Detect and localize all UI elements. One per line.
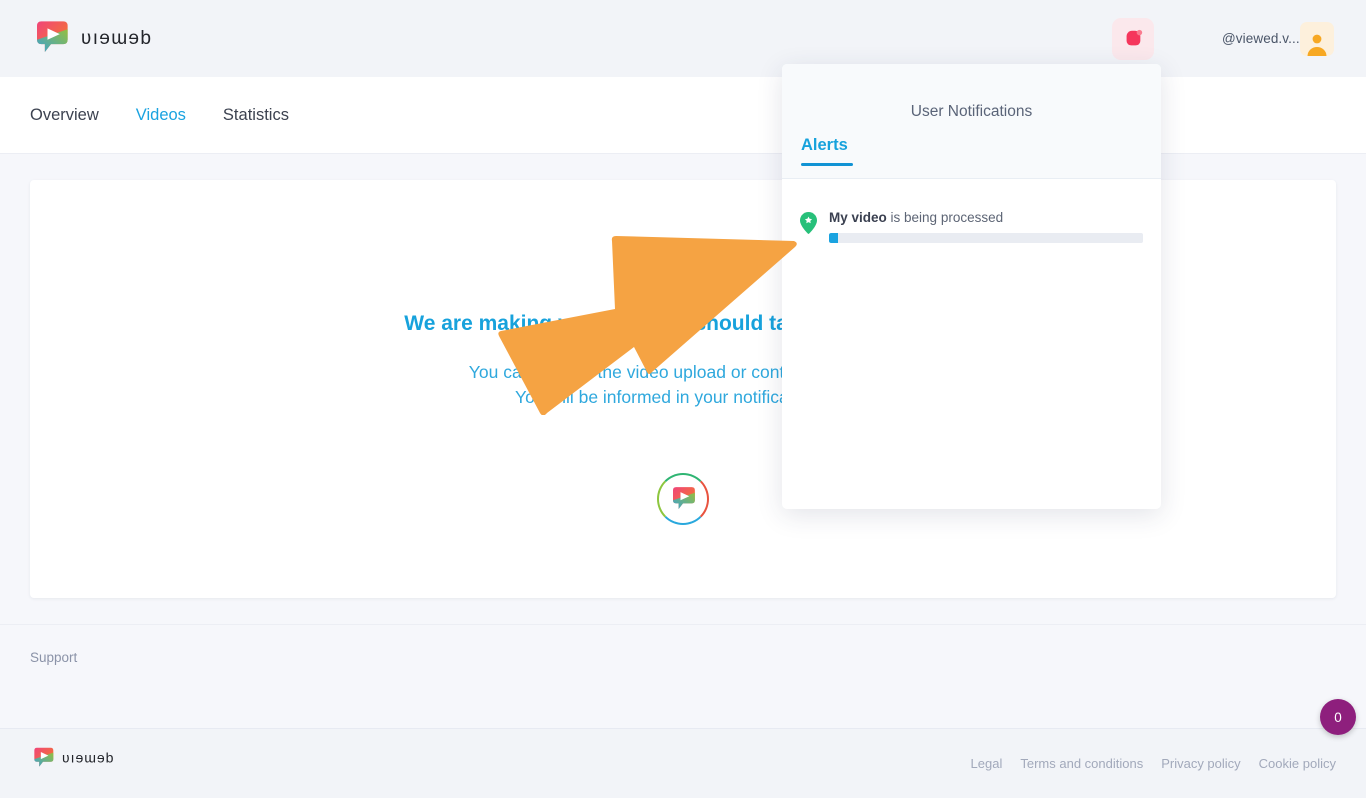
footer-links: Legal Terms and conditions Privacy polic… — [971, 756, 1336, 771]
notification-content: My video is being processed — [829, 210, 1143, 244]
top-bar: ʋıɘɯɘb @viewed.v... — [0, 0, 1366, 77]
brand-logo[interactable]: ʋıɘɯɘb — [30, 17, 206, 59]
footer-link-legal[interactable]: Legal — [971, 756, 1003, 771]
support-strip: Support — [0, 624, 1366, 696]
notifications-panel: User Notifications Alerts My video is be… — [782, 64, 1161, 509]
footer-brand-wordmark: ʋıɘɯɘb — [62, 749, 114, 765]
notification-subject: My video — [829, 210, 887, 225]
username-label: @viewed.v... — [1222, 31, 1300, 46]
notifications-panel-title: User Notifications — [910, 103, 1033, 120]
svg-text:ʋıɘɯɘb: ʋıɘɯɘb — [81, 28, 152, 49]
chat-widget-button[interactable]: 0 — [1320, 699, 1356, 735]
notification-message: My video is being processed — [829, 210, 1143, 226]
viewed-logo-icon — [34, 747, 54, 767]
viewed-logo-icon — [37, 21, 68, 52]
footer-link-cookie[interactable]: Cookie policy — [1259, 756, 1336, 771]
footer-link-terms[interactable]: Terms and conditions — [1020, 756, 1143, 771]
footer-link-privacy[interactable]: Privacy policy — [1161, 756, 1240, 771]
navigation-bar: Overview Videos Statistics Upload video — [0, 77, 1366, 211]
list-item[interactable]: My video is being processed — [782, 210, 1161, 244]
page-content: We are making your video. It should take… — [0, 154, 1366, 798]
green-pin-icon — [800, 212, 817, 235]
avatar[interactable] — [1300, 22, 1334, 56]
notifications-button[interactable] — [1112, 18, 1154, 60]
viewed-logo-icon — [673, 487, 695, 509]
chat-unread-count: 0 — [1334, 709, 1342, 725]
nav-item-videos[interactable]: Videos — [136, 106, 186, 125]
nav-items: Overview Videos Statistics — [30, 77, 289, 154]
nav-item-statistics[interactable]: Statistics — [223, 106, 289, 125]
footer: ʋıɘɯɘb Legal Terms and conditions Privac… — [0, 728, 1366, 798]
nav-item-overview[interactable]: Overview — [30, 106, 99, 125]
tab-alerts[interactable]: Alerts — [801, 136, 853, 166]
footer-logo[interactable]: ʋıɘɯɘb — [30, 745, 154, 771]
upload-progress-bar — [829, 233, 1143, 244]
notification-bell-icon — [1126, 29, 1143, 46]
user-avatar-icon — [1307, 34, 1327, 56]
brand-wordmark: ʋıɘɯɘb — [81, 28, 152, 49]
support-link[interactable]: Support — [30, 650, 77, 665]
upload-progress-fill — [829, 233, 839, 244]
notifications-list: My video is being processed — [782, 179, 1161, 244]
loading-spinner — [657, 473, 709, 525]
notifications-panel-header: User Notifications Alerts — [782, 64, 1161, 179]
notification-status-text: is being processed — [890, 210, 1004, 225]
svg-text:ʋıɘɯɘb: ʋıɘɯɘb — [62, 749, 114, 765]
